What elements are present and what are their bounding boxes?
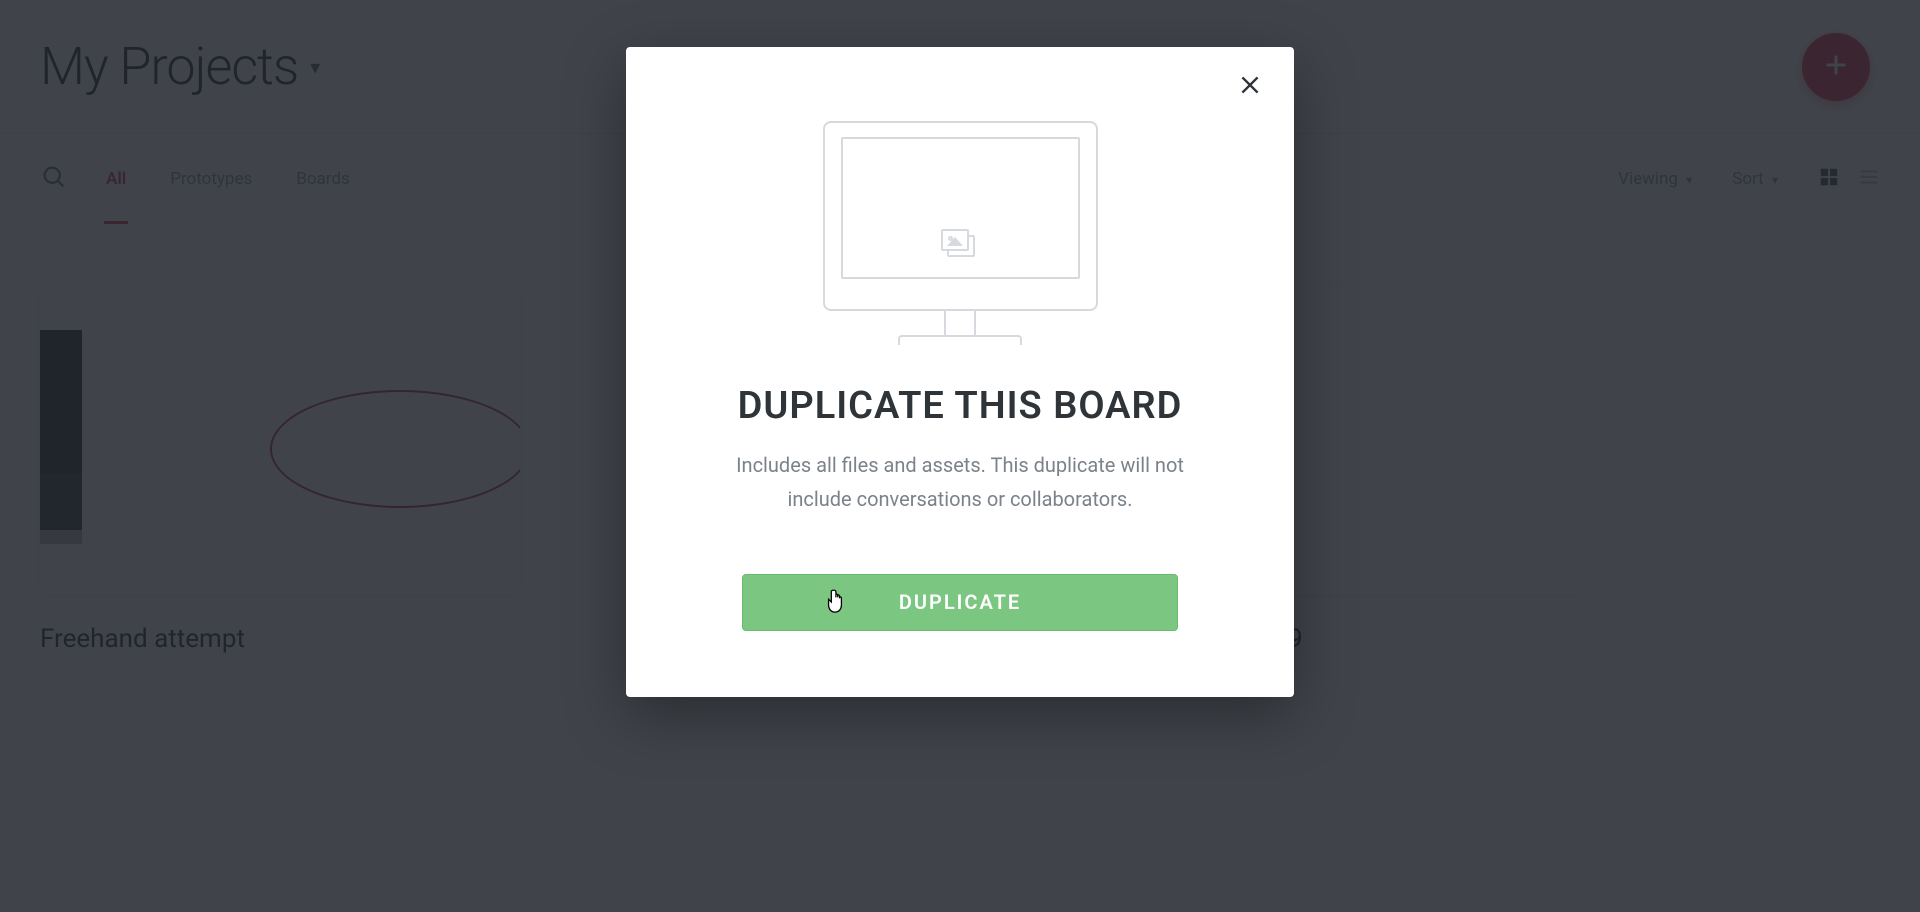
close-button[interactable]: [1232, 69, 1268, 105]
modal-description: Includes all files and assets. This dupl…: [710, 448, 1210, 516]
monitor-illustration: [823, 121, 1098, 342]
duplicate-button[interactable]: DUPLICATE: [742, 574, 1178, 631]
modal-title: DUPLICATE THIS BOARD: [738, 384, 1183, 428]
duplicate-board-modal: DUPLICATE THIS BOARD Includes all files …: [626, 47, 1294, 697]
close-icon: [1237, 72, 1263, 102]
